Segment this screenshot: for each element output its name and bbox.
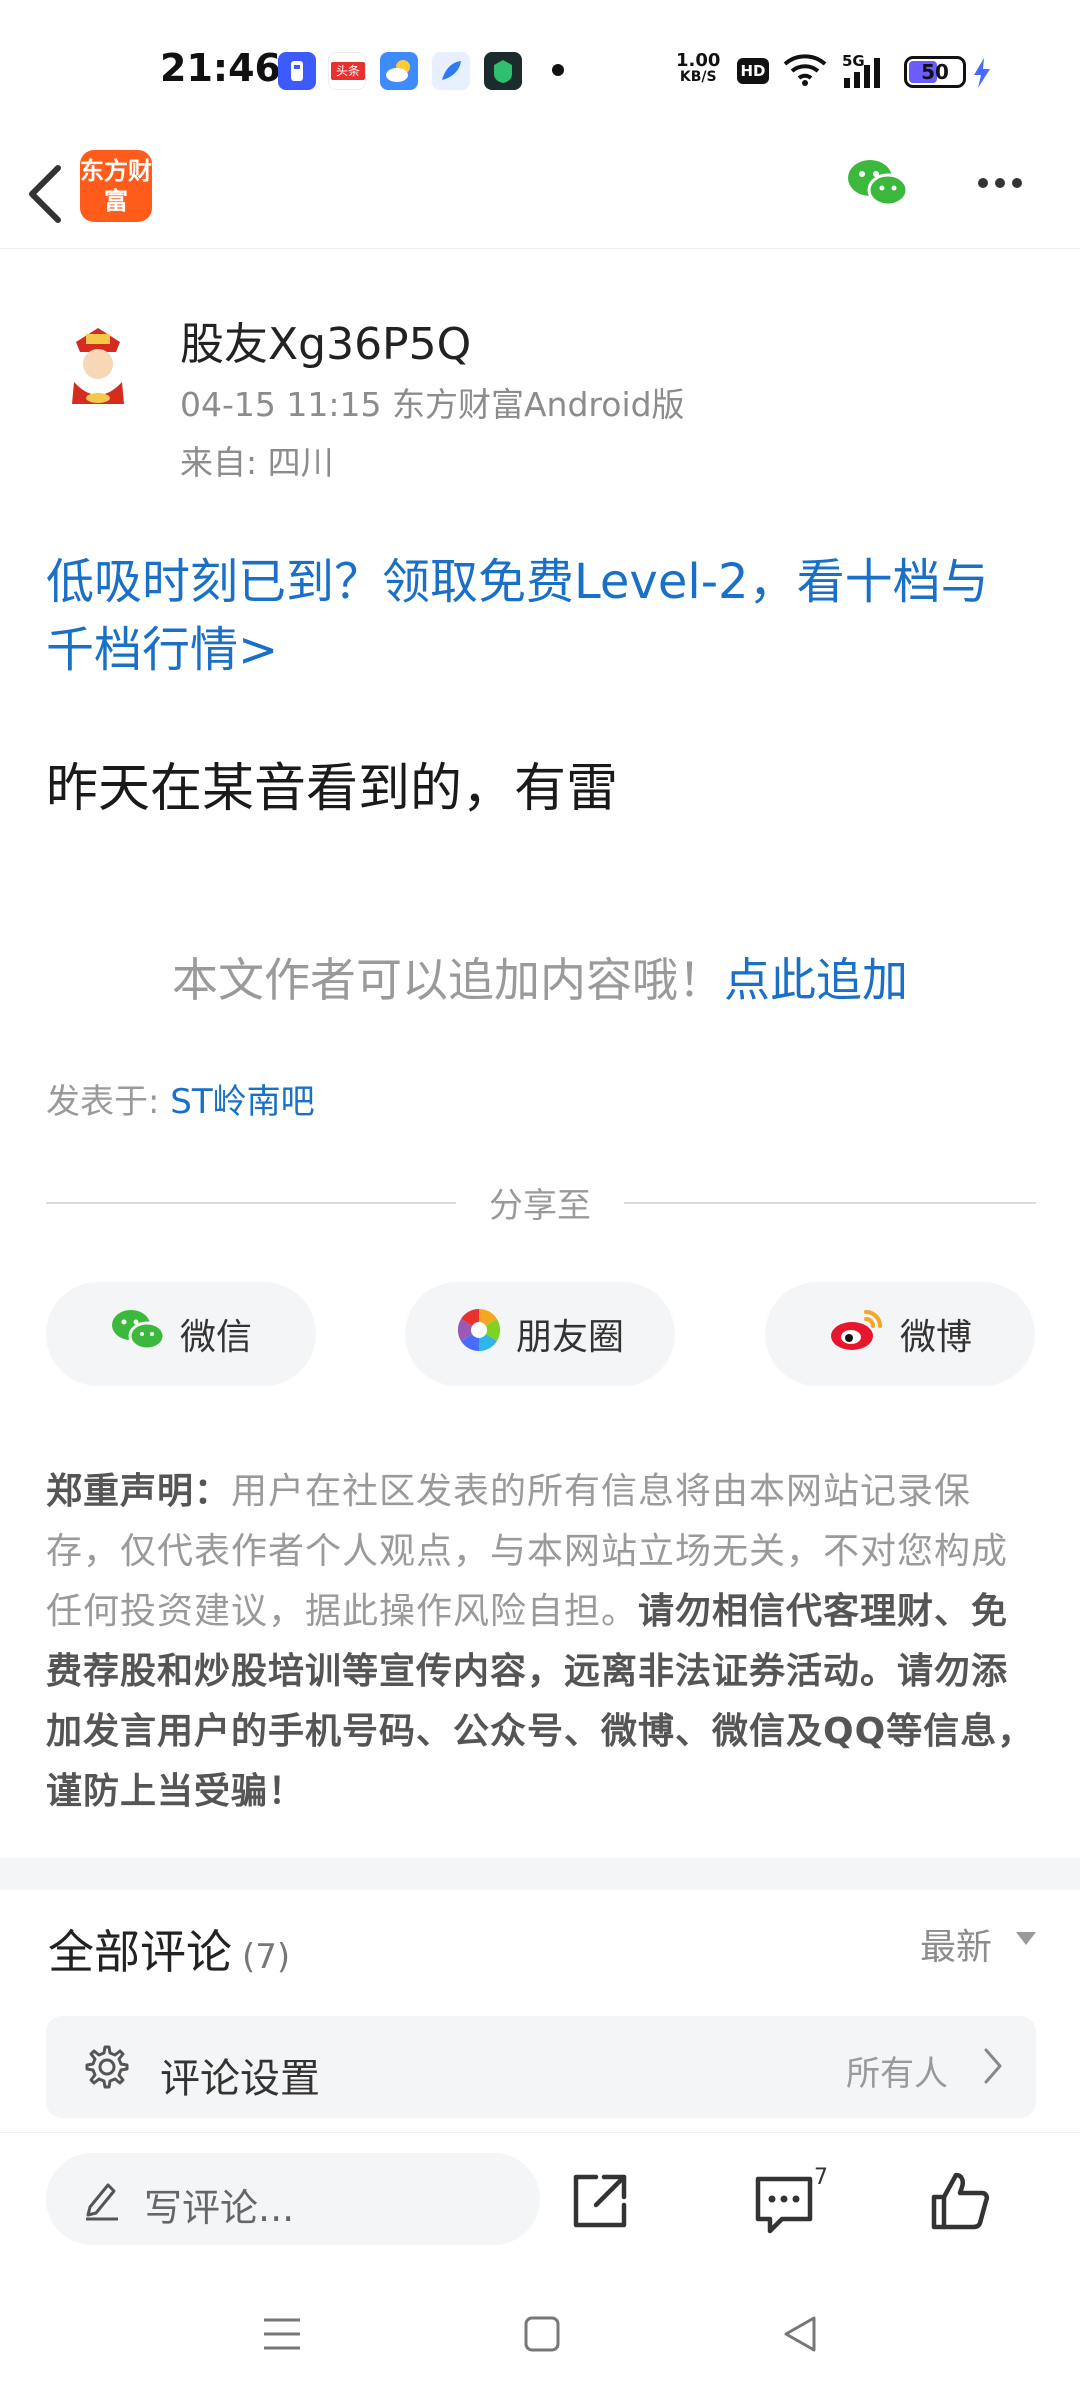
comment-input[interactable]: 写评论...	[46, 2153, 540, 2245]
bottom-action-bar: 写评论... 7	[0, 2132, 1080, 2273]
moments-icon	[456, 1307, 502, 1362]
post-body: 昨天在某音看到的，有雷	[46, 759, 619, 819]
comments-title: 全部评论	[48, 1925, 232, 1979]
sort-dropdown[interactable]: 最新	[920, 1918, 992, 1970]
comment-input-placeholder: 写评论...	[144, 2186, 295, 2230]
stock-bar-link[interactable]: ST岭南吧	[170, 1082, 314, 1122]
published-in: 发表于: ST岭南吧	[46, 1074, 315, 1123]
append-hint-text: 本文作者可以追加内容哦！	[172, 953, 724, 1007]
share-moments-label: 朋友圈	[515, 1317, 624, 1358]
published-prefix: 发表于:	[46, 1082, 160, 1122]
share-title: 分享至	[489, 1186, 591, 1226]
net-speed-value: 1.00	[676, 50, 721, 71]
pencil-icon	[82, 2177, 122, 2225]
append-content-hint: 本文作者可以追加内容哦！点此追加	[0, 944, 1080, 1010]
author-avatar[interactable]	[46, 312, 150, 416]
share-wechat-label: 微信	[179, 1317, 252, 1358]
share-weibo-button[interactable]: 微博	[765, 1282, 1035, 1386]
share-external-icon[interactable]	[568, 2169, 632, 2237]
weather-app-icon	[380, 52, 418, 90]
toutiao-label: 头条	[331, 62, 365, 80]
comments-count: (7)	[242, 1937, 291, 1977]
disclaimer: 郑重声明：用户在社区发表的所有信息将由本网站记录保存，仅代表作者个人观点，与本网…	[46, 1462, 1036, 1822]
comments-header: 全部评论 (7)	[48, 1916, 290, 1982]
status-time: 21:46	[160, 46, 281, 90]
like-thumbs-up-icon[interactable]	[928, 2169, 992, 2237]
wifi-icon	[782, 52, 828, 92]
gear-icon	[80, 2042, 130, 2096]
status-bar: 21:46 头条 1.00 KB/S HD 5G 50	[0, 0, 1080, 140]
battery-icon: 50	[904, 56, 966, 88]
comment-icon[interactable]	[752, 2173, 816, 2239]
top-app-bar: 东方财富	[0, 140, 1080, 249]
disclaimer-label: 郑重声明：	[46, 1471, 232, 1512]
wechat-share-icon[interactable]	[846, 154, 910, 218]
comment-settings-label: 评论设置	[160, 2056, 320, 2102]
share-divider-left	[46, 1202, 456, 1204]
chevron-right-icon	[980, 2046, 1006, 2090]
share-wechat-button[interactable]: 微信	[46, 1282, 316, 1386]
more-options-button[interactable]	[970, 140, 1030, 230]
toutiao-app-icon: 头条	[328, 52, 366, 90]
menu-icon[interactable]	[262, 2314, 302, 2358]
feather-app-icon	[432, 52, 470, 90]
more-notifications-dot	[552, 64, 564, 76]
promo-link[interactable]: 低吸时刻已到？领取免费Level-2，看十档与千档行情>	[46, 548, 1036, 684]
post-meta: 04-15 11:15 东方财富Android版	[180, 385, 685, 424]
comment-settings-row[interactable]: 评论设置 所有人	[46, 2016, 1036, 2118]
net-speed-unit: KB/S	[679, 69, 717, 85]
share-weibo-label: 微博	[899, 1317, 972, 1358]
back-triangle-icon[interactable]	[780, 2314, 820, 2358]
post-location: 来自: 四川	[180, 443, 334, 482]
section-separator	[0, 1858, 1080, 1890]
system-nav-bar	[0, 2272, 1080, 2400]
net-speed: 1.00 KB/S	[676, 50, 721, 85]
wechat-icon	[110, 1305, 166, 1364]
hd-badge: HD	[737, 58, 769, 84]
share-moments-button[interactable]: 朋友圈	[405, 1282, 675, 1386]
security-app-icon	[484, 52, 522, 90]
weibo-icon	[828, 1306, 886, 1363]
home-square-icon[interactable]	[522, 2314, 562, 2358]
caret-down-icon[interactable]	[1016, 1932, 1036, 1945]
author-name[interactable]: 股友Xg36P5Q	[180, 308, 471, 372]
signal-icon	[842, 56, 888, 94]
append-content-link[interactable]: 点此追加	[724, 953, 908, 1007]
share-divider-right	[624, 1202, 1036, 1204]
back-button[interactable]	[20, 154, 70, 234]
charging-icon	[970, 56, 994, 94]
comment-settings-value: 所有人	[846, 2054, 948, 2094]
toolbox-app-icon	[278, 52, 316, 90]
comment-count-badge: 7	[814, 2165, 828, 2190]
battery-level: 50	[921, 60, 949, 84]
app-logo: 东方财富	[80, 150, 152, 222]
